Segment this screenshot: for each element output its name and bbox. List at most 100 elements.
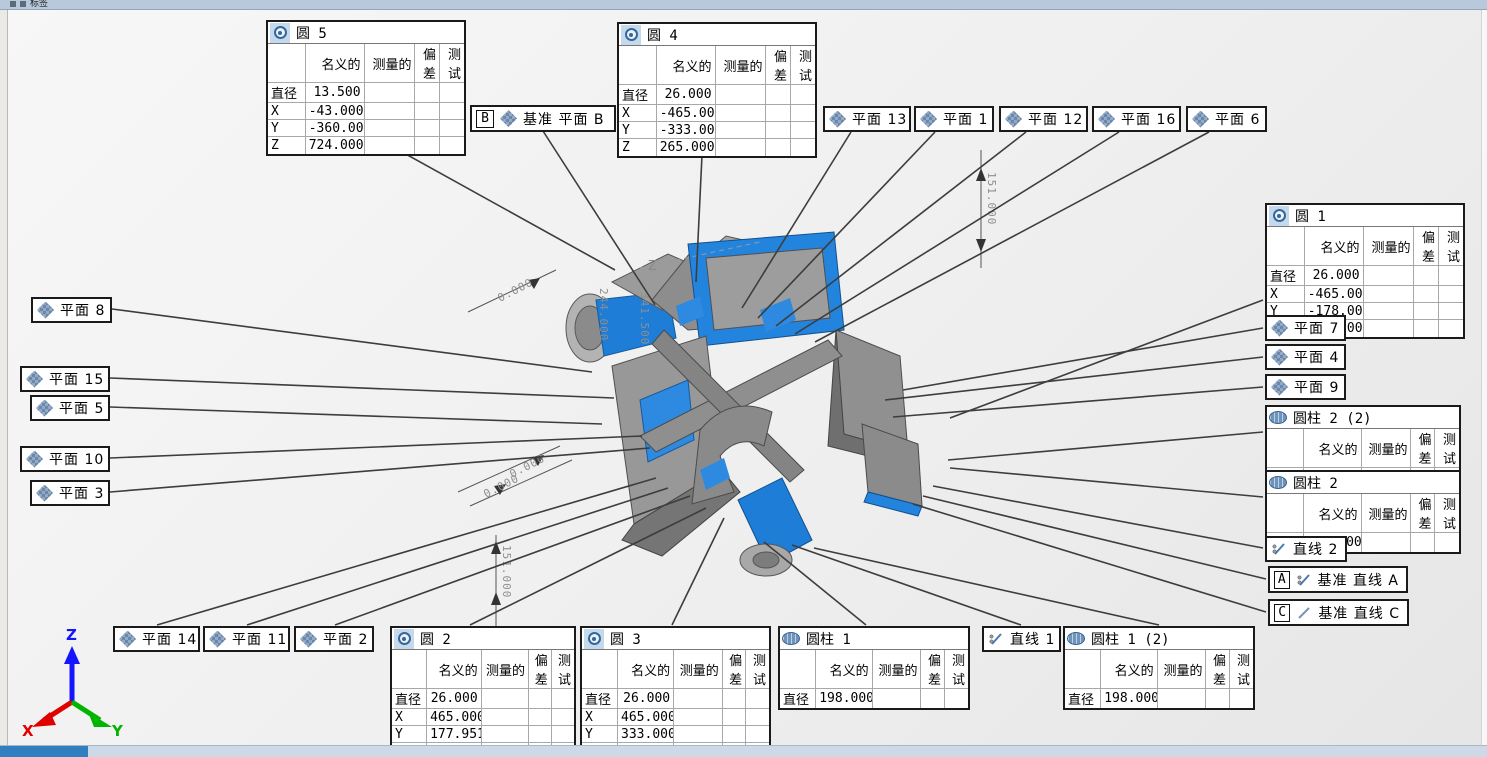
callout-line-2[interactable]: 直线 2 [1265, 536, 1347, 562]
plane-icon [26, 371, 43, 388]
datum-letter-box: B [476, 110, 494, 128]
callout-datum-line-a[interactable]: A 基准 直线 A [1268, 566, 1408, 593]
callout-circle-4[interactable]: 圆 4 名义的测量的偏差测试 直径26.000 X-465.000 Y-333.… [617, 22, 817, 158]
value-x: -43.000 [305, 103, 364, 120]
callout-plane-6[interactable]: 平面 6 [1186, 106, 1267, 132]
measurement-table: 名义的测量的偏差测试 直径13.500 X-43.000 Y-360.000 Z… [268, 44, 464, 154]
cylinder-icon [782, 632, 800, 645]
callout-cylinder-1[interactable]: 圆柱 1 名义的测量的偏差测试 直径198.000 [778, 626, 970, 710]
callout-title: 圆柱 2 [1293, 473, 1338, 493]
callout-label: 平面 8 [60, 300, 105, 320]
datum-letter-box: C [1274, 604, 1290, 622]
callout-plane-11[interactable]: 平面 11 [203, 626, 290, 652]
callout-plane-12[interactable]: 平面 12 [999, 106, 1088, 132]
title-bar: 标签 [0, 0, 1487, 10]
callout-circle-5[interactable]: 圆 5 名义的测量的偏差测试 直径13.500 X-43.000 Y-360.0… [266, 20, 466, 156]
dim-0-top: 0.000 [495, 276, 535, 305]
tab-icon [20, 1, 26, 7]
z-axis-arrow [64, 646, 80, 664]
plane-icon [1098, 111, 1115, 128]
dim-151-top: 151.000 [985, 172, 998, 225]
col-nominal: 名义的 [305, 44, 364, 83]
callout-plane-14[interactable]: 平面 14 [113, 626, 200, 652]
left-panel-edge[interactable] [0, 10, 8, 745]
dim-341: 341.500 [638, 292, 651, 345]
callout-label: 平面 9 [1294, 377, 1339, 397]
callout-plane-9[interactable]: 平面 9 [1265, 374, 1346, 400]
callout-plane-13[interactable]: 平面 13 [823, 106, 911, 132]
callout-title: 圆 1 [1295, 206, 1326, 226]
callout-title: 圆柱 1 (2) [1091, 629, 1170, 649]
callout-datum-line-c[interactable]: C 基准 直线 C [1268, 599, 1409, 626]
plane-icon [1271, 379, 1288, 396]
line-icon [988, 631, 1004, 647]
callout-cylinder-1-2[interactable]: 圆柱 1 (2) 名义的测量的偏差测试 直径198.000 [1063, 626, 1255, 710]
callout-label: 平面 4 [1294, 347, 1339, 367]
callout-label: 基准 直线 C [1318, 603, 1400, 623]
cylinder-icon [1067, 632, 1085, 645]
callout-circle-3[interactable]: 圆 3 名义的测量的偏差测试 直径26.000 X465.000 Y333.00… [580, 626, 771, 757]
line-icon [1271, 541, 1287, 557]
cylinder-icon [1269, 411, 1287, 424]
callout-label: 平面 14 [142, 629, 197, 649]
circle-icon [394, 629, 414, 649]
value-y: -360.000 [305, 120, 364, 137]
callout-circle-2[interactable]: 圆 2 名义的测量的偏差测试 直径26.000 X465.000 Y177.95… [390, 626, 576, 757]
callout-plane-15[interactable]: 平面 15 [20, 366, 110, 392]
callout-label: 平面 2 [323, 629, 368, 649]
col-test: 测试 [439, 44, 464, 83]
callout-datum-plane-b[interactable]: B 基准 平面 B [470, 105, 616, 132]
callout-label: 平面 12 [1028, 109, 1083, 129]
measurement-table: 名义的测量的偏差测试 直径26.000 X465.000 Y333.000 Z2… [582, 650, 769, 757]
cad-model[interactable]: Z [566, 232, 922, 576]
application-window: 标签 [0, 0, 1487, 757]
measurement-table: 名义的测量的偏差测试 直径198.000 [780, 650, 968, 708]
model-z-axis-label: Z [648, 259, 657, 274]
x-axis-label: X [22, 722, 34, 738]
callout-label: 直线 1 [1010, 629, 1055, 649]
callout-label: 平面 16 [1121, 109, 1176, 129]
plane-icon [829, 111, 846, 128]
callout-plane-2[interactable]: 平面 2 [294, 626, 374, 652]
circle-icon [1269, 206, 1289, 226]
plane-icon [37, 302, 54, 319]
circle-icon [270, 23, 290, 43]
callout-plane-1[interactable]: 平面 1 [914, 106, 994, 132]
measurement-table: 名义的测量的偏差测试 直径26.000 X465.000 Y177.951 Z2… [392, 650, 574, 757]
callout-title: 圆 4 [647, 25, 678, 45]
plane-icon [36, 400, 53, 417]
dim-244: 244.000 [597, 288, 610, 341]
callout-line-1[interactable]: 直线 1 [982, 626, 1061, 652]
scrollbar-thumb[interactable] [0, 746, 88, 757]
plane-icon [209, 631, 226, 648]
callout-plane-7[interactable]: 平面 7 [1265, 315, 1346, 341]
callout-plane-16[interactable]: 平面 16 [1092, 106, 1181, 132]
callout-plane-4[interactable]: 平面 4 [1265, 344, 1346, 370]
bottom-scrollbar[interactable] [0, 745, 1487, 757]
circle-icon [584, 629, 604, 649]
callout-plane-10[interactable]: 平面 10 [20, 446, 110, 472]
callout-title: 圆柱 1 [806, 629, 851, 649]
callout-plane-8[interactable]: 平面 8 [31, 297, 112, 323]
callout-label: 平面 11 [232, 629, 287, 649]
window-icon [10, 1, 16, 7]
circle-icon [621, 25, 641, 45]
callout-label: 基准 直线 A [1318, 570, 1399, 590]
right-scrollbar[interactable] [1481, 10, 1487, 745]
title-bar-text: 标签 [30, 0, 48, 9]
callout-plane-5[interactable]: 平面 5 [30, 395, 110, 421]
callout-title: 圆 3 [610, 629, 641, 649]
callout-plane-3[interactable]: 平面 3 [30, 480, 110, 506]
slash-line-icon [1296, 605, 1312, 621]
callout-label: 平面 7 [1294, 318, 1339, 338]
callout-label: 平面 13 [852, 109, 907, 129]
plane-icon [26, 451, 43, 468]
z-axis-label: Z [66, 626, 77, 644]
value-z: 724.000 [305, 137, 364, 154]
value-diameter: 13.500 [305, 83, 364, 103]
plane-icon [1271, 320, 1288, 337]
callout-title: 圆 5 [296, 23, 327, 43]
callout-label: 平面 5 [59, 398, 104, 418]
measurement-table: 名义的测量的偏差测试 直径198.000 [1065, 650, 1253, 708]
callout-label: 平面 1 [943, 109, 988, 129]
